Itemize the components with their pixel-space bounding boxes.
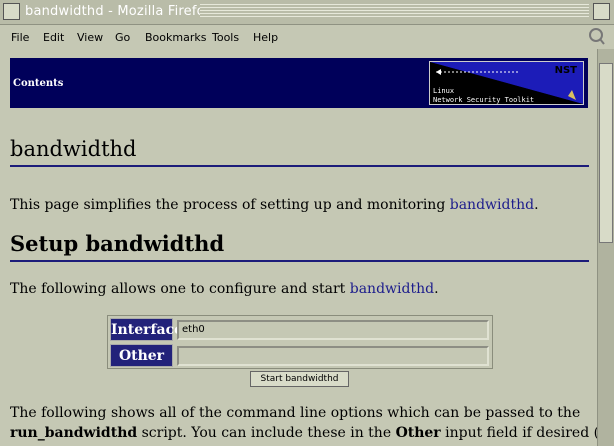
scrollbar-thumb[interactable] bbox=[599, 63, 613, 243]
intro-link[interactable]: bandwidthd bbox=[450, 197, 534, 213]
window-menu-button[interactable] bbox=[3, 3, 20, 20]
intro-end: . bbox=[534, 197, 539, 213]
options-line-2: run_bandwidthd script. You can include t… bbox=[10, 425, 597, 441]
page-content: Contents NST Linux Network Security Tool… bbox=[0, 49, 597, 446]
setup-rule bbox=[10, 260, 589, 262]
setup-text: The following allows one to configure an… bbox=[10, 281, 350, 297]
setup-paragraph: The following allows one to configure an… bbox=[10, 281, 439, 297]
minimize-button[interactable] bbox=[593, 3, 610, 20]
other-bold: Other bbox=[395, 425, 441, 441]
setup-heading: Setup bandwidthd bbox=[10, 231, 225, 256]
logo-brand: NST bbox=[554, 65, 577, 76]
contents-link[interactable]: Contents bbox=[13, 78, 63, 89]
setup-end: . bbox=[434, 281, 439, 297]
menu-file[interactable]: File bbox=[11, 31, 29, 44]
window-titlebar: bandwidthd - Mozilla Firefox bbox=[0, 0, 614, 25]
menu-edit[interactable]: Edit bbox=[43, 31, 64, 44]
window-title: bandwidthd - Mozilla Firefox bbox=[25, 4, 213, 19]
title-rule bbox=[10, 165, 589, 167]
page-title: bandwidthd bbox=[10, 137, 137, 161]
other-input[interactable] bbox=[177, 346, 489, 366]
interface-input[interactable]: eth0 bbox=[177, 320, 489, 340]
throbber-icon bbox=[589, 28, 605, 45]
menu-bookmarks[interactable]: Bookmarks bbox=[145, 31, 206, 44]
header-bar: Contents NST Linux Network Security Tool… bbox=[10, 58, 588, 108]
menu-help[interactable]: Help bbox=[253, 31, 278, 44]
titlebar-stripes bbox=[200, 4, 589, 19]
setup-link[interactable]: bandwidthd bbox=[350, 281, 434, 297]
options-text: script. You can include these in the bbox=[137, 425, 396, 441]
script-name: run_bandwidthd bbox=[10, 425, 138, 441]
vertical-scrollbar[interactable] bbox=[597, 49, 614, 446]
interface-label: Interface bbox=[110, 318, 183, 341]
menu-go[interactable]: Go bbox=[115, 31, 130, 44]
menu-tools[interactable]: Tools bbox=[212, 31, 239, 44]
options-line-1: The following shows all of the command l… bbox=[10, 405, 581, 421]
nst-logo: NST Linux Network Security Toolkit bbox=[429, 61, 584, 105]
intro-paragraph: This page simplifies the process of sett… bbox=[10, 197, 539, 213]
options-text-end: input field if desired (typically bbox=[445, 425, 597, 441]
logo-line-2: Network Security Toolkit bbox=[433, 96, 535, 104]
intro-text: This page simplifies the process of sett… bbox=[10, 197, 450, 213]
logo-line-1: Linux bbox=[433, 87, 455, 95]
setup-form: Interface eth0 Other bbox=[107, 315, 493, 369]
menu-bar: File Edit View Go Bookmarks Tools Help bbox=[0, 25, 614, 49]
start-bandwidthd-button[interactable]: Start bandwidthd bbox=[250, 371, 349, 387]
other-label: Other bbox=[110, 344, 173, 367]
menu-view[interactable]: View bbox=[77, 31, 103, 44]
